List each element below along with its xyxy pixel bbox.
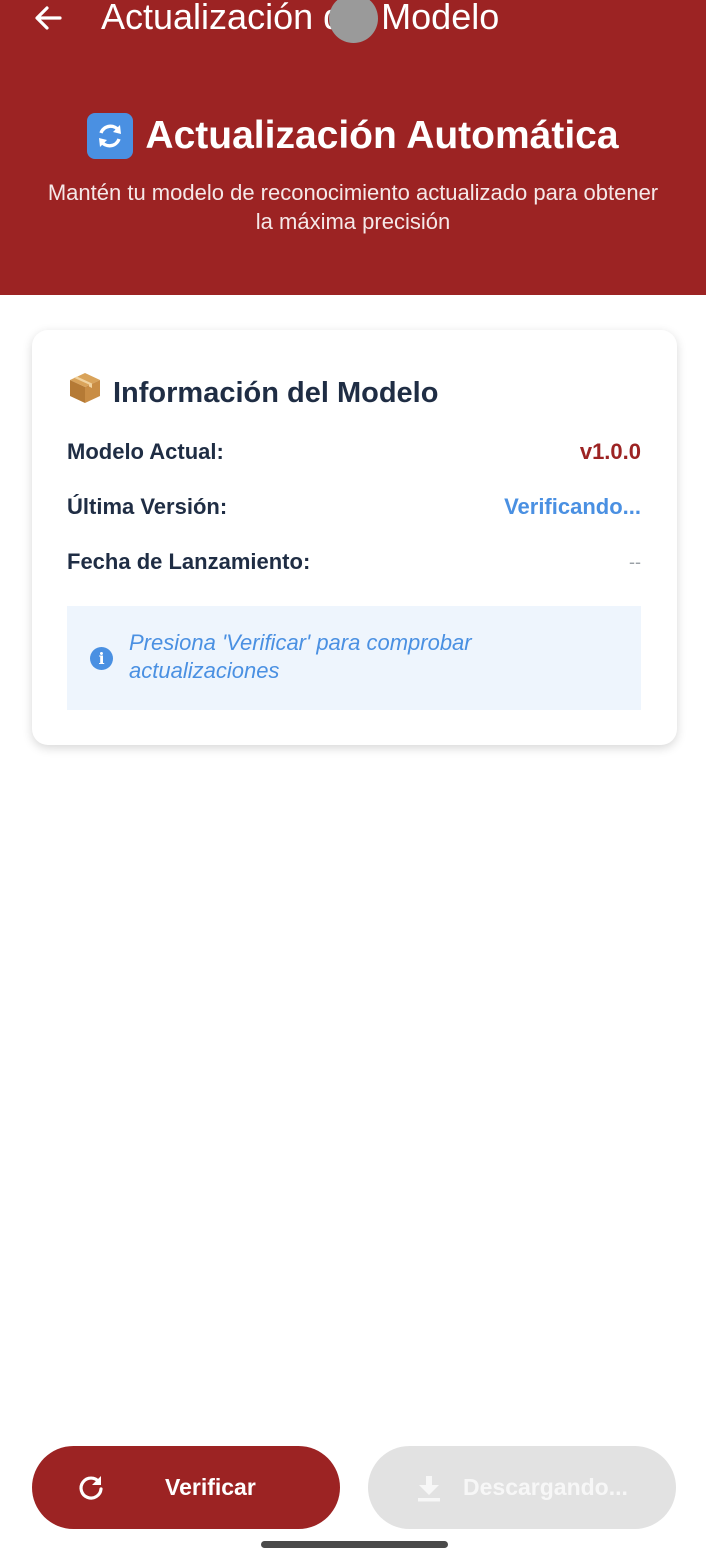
latest-version-value: Verificando... — [504, 494, 641, 519]
verify-button-label: Verificar — [165, 1474, 256, 1500]
info-message-box: i Presiona 'Verificar' para comprobar ac… — [67, 606, 641, 710]
download-button-label: Descargando... — [463, 1474, 628, 1500]
hero-title: Actualización Automática — [145, 114, 619, 157]
latest-version-label: Última Versión: — [67, 494, 228, 519]
arrow-left-icon — [35, 6, 62, 30]
hero-title-row: Actualización Automática — [87, 108, 619, 164]
download-icon — [418, 1476, 440, 1502]
home-indicator[interactable] — [261, 1541, 448, 1548]
current-model-value: v1.0.0 — [579, 439, 641, 464]
appbar-title: Actualización del Modelo — [101, 0, 500, 37]
back-button[interactable] — [28, 0, 68, 36]
refresh-icon — [79, 1476, 103, 1500]
hero-subtitle: Mantén tu modelo de reconocimiento actua… — [47, 180, 659, 234]
card-title: Información del Modelo — [113, 376, 439, 409]
hero-section: Actualización Automática Mantén tu model… — [0, 108, 706, 236]
release-date-value: -- — [629, 552, 641, 572]
download-button: Descargando... — [368, 1446, 676, 1529]
verify-button[interactable]: Verificar — [32, 1446, 340, 1529]
info-circle-icon: i — [90, 647, 113, 670]
package-box-icon — [67, 370, 103, 415]
row-release-date: Fecha de Lanzamiento: -- — [67, 547, 641, 577]
card-title-row: Información del Modelo — [67, 370, 438, 415]
current-model-label: Modelo Actual: — [67, 439, 224, 464]
row-current-model: Modelo Actual: v1.0.0 — [67, 437, 641, 467]
row-latest-version: Última Versión: Verificando... — [67, 492, 641, 522]
model-info-card: Información del Modelo Modelo Actual: v1… — [32, 330, 677, 745]
release-date-label: Fecha de Lanzamiento: — [67, 549, 311, 574]
header-banner: Actualización del Modelo Actualización A… — [0, 0, 706, 295]
info-message-text: Presiona 'Verificar' para comprobar actu… — [129, 630, 472, 683]
refresh-arrows-icon — [87, 113, 134, 159]
